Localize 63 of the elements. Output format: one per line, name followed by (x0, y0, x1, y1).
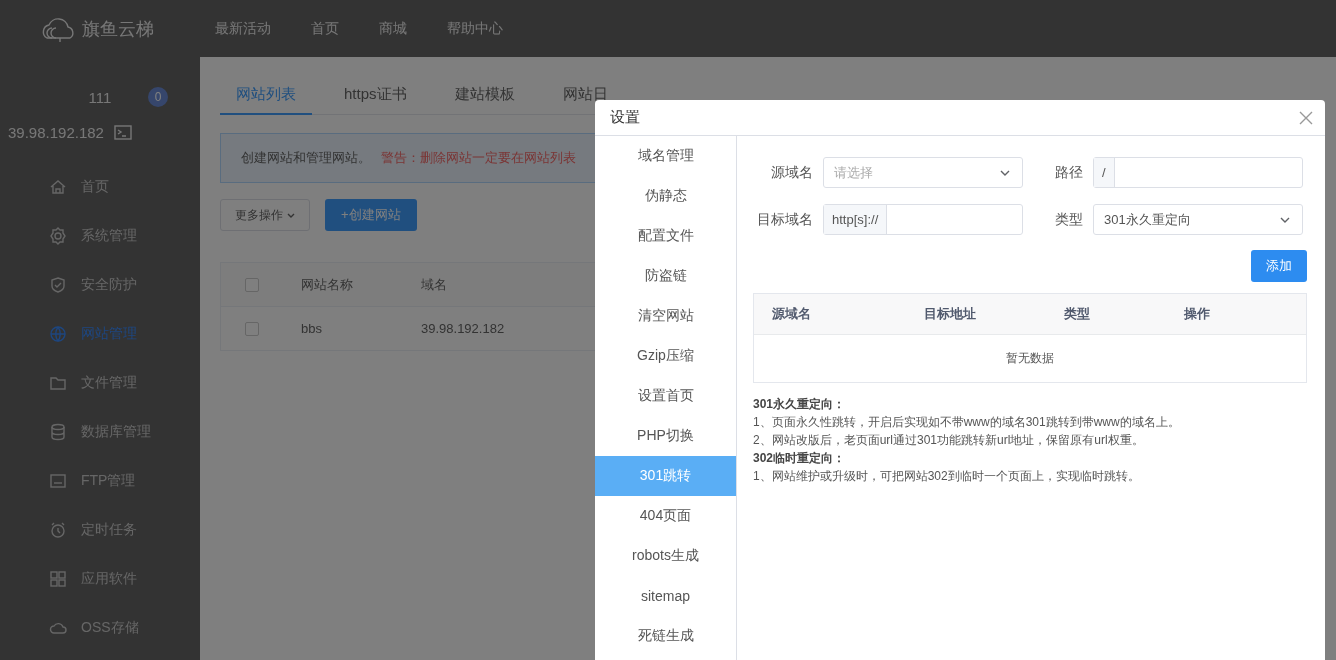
table-cell: 39.98.192.182 (421, 321, 505, 336)
column-header: 源域名 (771, 305, 812, 323)
grid-icon (48, 568, 68, 589)
field-label: 路径 (1054, 163, 1084, 182)
field-label: 源域名 (770, 163, 814, 182)
add-button[interactable]: 添加 (1251, 250, 1307, 282)
redirect-type-select[interactable]: 301永久重定向 (1093, 204, 1303, 235)
note-text: 1、网站维护或升级时，可把网站302到临时一个页面上，实现临时跳转。 (753, 468, 1141, 485)
settings-nav-item[interactable]: 伪静态 (595, 176, 736, 216)
checkbox[interactable] (245, 321, 259, 336)
close-icon (1299, 110, 1313, 125)
column-header: 域名 (421, 275, 447, 294)
notice-text: 创建网站和管理网站。 (241, 149, 371, 167)
server-ip: 39.98.192.182 (8, 123, 104, 141)
settings-nav-item[interactable]: Gzip压缩 (595, 336, 736, 376)
chevron-down-icon (1280, 215, 1290, 224)
settings-nav-item[interactable]: 404页面 (595, 496, 736, 536)
count-badge: 0 (148, 87, 168, 107)
field-label: 目标域名 (756, 210, 814, 229)
nav-link[interactable]: 首页 (311, 19, 339, 38)
settings-nav-item[interactable]: 域名管理 (595, 136, 736, 176)
settings-nav-item[interactable]: 防盗链 (595, 256, 736, 296)
user-name: 111 (88, 88, 112, 106)
note-text: 1、页面永久性跳转，开启后实现如不带www的域名301跳转到带www的域名上。 (753, 414, 1181, 431)
settings-nav-item[interactable]: PHP切换 (595, 416, 736, 456)
shield-icon (48, 274, 68, 295)
more-actions-button[interactable]: 更多操作 (220, 199, 310, 231)
note-text: 2、网站改版后，老页面url通过301功能跳转新url地址，保留原有url权重。 (753, 432, 1145, 449)
target-domain-field[interactable]: http[s]:// (823, 204, 1023, 235)
tab[interactable]: 建站模板 (438, 81, 531, 115)
settings-nav-item[interactable]: 设置首页 (595, 376, 736, 416)
column-header: 类型 (1064, 305, 1091, 323)
database-icon (48, 421, 68, 442)
chevron-down-icon (287, 211, 295, 219)
table-cell: bbs (301, 321, 322, 336)
nav-link[interactable]: 商城 (379, 19, 407, 38)
create-site-button[interactable]: +创建网站 (325, 199, 417, 231)
terminal-icon (113, 123, 132, 141)
field-label: 类型 (1054, 210, 1084, 229)
empty-message: 暂无数据 (1006, 350, 1054, 367)
path-field[interactable]: / (1093, 157, 1303, 188)
settings-nav-item[interactable]: 清空网站 (595, 296, 736, 336)
note-heading: 302临时重定向： (753, 450, 847, 467)
settings-nav-item[interactable]: 301跳转 (595, 456, 736, 496)
column-header: 目标地址 (924, 305, 977, 323)
tab[interactable]: https证书 (328, 81, 423, 115)
chevron-down-icon (1000, 168, 1010, 177)
logo-text: 旗鱼云梯 (82, 17, 154, 41)
source-domain-select[interactable]: 请选择 (823, 157, 1023, 188)
settings-nav-item[interactable]: sitemap (595, 576, 736, 616)
gear-icon (48, 225, 68, 246)
settings-nav-item[interactable]: 死链生成 (595, 616, 736, 656)
close-button[interactable] (1299, 110, 1313, 125)
checkbox[interactable] (245, 277, 259, 292)
nav-link[interactable]: 最新活动 (215, 19, 271, 38)
column-header: 网站名称 (301, 275, 353, 294)
settings-nav-item[interactable]: 配置文件 (595, 216, 736, 256)
column-header: 操作 (1184, 305, 1211, 323)
globe-icon (48, 323, 68, 344)
settings-nav-item[interactable]: robots生成 (595, 536, 736, 576)
tab[interactable]: 网站列表 (220, 81, 312, 115)
note-heading: 301永久重定向： (753, 396, 847, 413)
dialog-title: 设置 (610, 108, 640, 127)
